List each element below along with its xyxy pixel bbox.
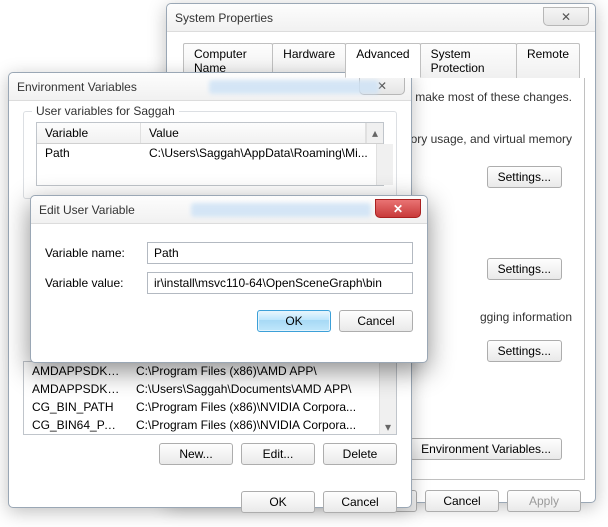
editvar-titlebar: Edit User Variable ✕ (31, 196, 427, 224)
close-icon: ✕ (561, 10, 571, 24)
envvars-ok[interactable]: OK (241, 491, 315, 513)
table-row[interactable]: CG_BIN_PATHC:\Program Files (x86)\NVIDIA… (24, 398, 379, 416)
sysprops-title: System Properties (175, 11, 273, 25)
cell-value: C:\Program Files (x86)\NVIDIA Corpora... (128, 417, 379, 433)
user-vars-list[interactable]: Variable Value ▴ PathC:\Users\Saggah\App… (36, 122, 384, 186)
variable-name-input[interactable] (147, 242, 413, 264)
tab-system-protection[interactable]: System Protection (420, 43, 517, 78)
sysprops-close-button[interactable]: ✕ (543, 7, 589, 26)
variable-value-input[interactable] (147, 272, 413, 294)
sysvars-edit[interactable]: Edit... (241, 443, 315, 465)
editvar-cancel[interactable]: Cancel (339, 310, 413, 332)
cell-variable: AMDAPPSDKROOT (24, 363, 128, 379)
obscured-region (191, 203, 371, 217)
envvars-title: Environment Variables (17, 80, 137, 94)
cell-value: C:\Users\Saggah\AppData\Roaming\Mi... (141, 145, 376, 161)
user-rows-body: PathC:\Users\Saggah\AppData\Roaming\Mi..… (37, 144, 383, 185)
tab-remote[interactable]: Remote (516, 43, 580, 78)
obscured-region (209, 80, 379, 94)
sysprops-settings-3[interactable]: Settings... (487, 340, 562, 362)
user-vars-head: Variable Value ▴ (37, 123, 383, 144)
cell-variable: CG_BIN64_PATH (24, 417, 128, 433)
sysprops-settings-2[interactable]: Settings... (487, 258, 562, 280)
sys-rows-body: AMDAPPSDKROOTC:\Program Files (x86)\AMD … (24, 362, 396, 434)
cell-variable: CG_BIN_PATH (24, 399, 128, 415)
editvar-ok[interactable]: OK (257, 310, 331, 332)
sys-vars-list[interactable]: AMDAPPSDKROOTC:\Program Files (x86)\AMD … (23, 361, 397, 435)
col-variable[interactable]: Variable (37, 123, 141, 143)
user-vars-group: User variables for Saggah Variable Value… (23, 111, 397, 199)
table-row[interactable]: CG_BIN64_PATHC:\Program Files (x86)\NVID… (24, 416, 379, 434)
sysprops-apply[interactable]: Apply (507, 490, 581, 512)
cell-variable: Path (37, 145, 141, 161)
scroll-track[interactable] (376, 144, 393, 185)
sysprops-titlebar: System Properties ✕ (167, 4, 595, 32)
close-icon: ✕ (393, 202, 403, 216)
tab-advanced[interactable]: Advanced (345, 43, 420, 78)
col-value[interactable]: Value (141, 123, 366, 143)
value-row: Variable value: (45, 272, 413, 294)
scroll-down-icon[interactable]: ▾ (379, 362, 396, 434)
sysprops-cancel[interactable]: Cancel (425, 490, 499, 512)
envvars-cancel[interactable]: Cancel (323, 491, 397, 513)
editvar-title: Edit User Variable (39, 203, 135, 217)
user-vars-label: User variables for Saggah (32, 104, 179, 118)
table-row[interactable]: AMDAPPSDKROOTC:\Program Files (x86)\AMD … (24, 362, 379, 380)
cell-value: C:\Users\Saggah\Documents\AMD APP\ (128, 381, 379, 397)
label-variable-name: Variable name: (45, 246, 147, 260)
sysvars-delete[interactable]: Delete (323, 443, 397, 465)
editvar-close-button[interactable]: ✕ (375, 199, 421, 218)
sysprops-settings-1[interactable]: Settings... (487, 166, 562, 188)
cell-value: C:\Program Files (x86)\AMD APP\ (128, 363, 379, 379)
table-row[interactable]: AMDAPPSDKSA...C:\Users\Saggah\Documents\… (24, 380, 379, 398)
name-row: Variable name: (45, 242, 413, 264)
cell-variable: AMDAPPSDKSA... (24, 381, 128, 397)
label-variable-value: Variable value: (45, 276, 147, 290)
edit-variable-dialog: Edit User Variable ✕ Variable name: Vari… (30, 195, 428, 363)
scroll-up-icon[interactable]: ▴ (366, 123, 383, 143)
sysvars-new[interactable]: New... (159, 443, 233, 465)
sysprops-envvars-button[interactable]: Environment Variables... (410, 438, 562, 460)
cell-value: C:\Program Files (x86)\NVIDIA Corpora... (128, 399, 379, 415)
table-row[interactable]: PathC:\Users\Saggah\AppData\Roaming\Mi..… (37, 144, 376, 162)
